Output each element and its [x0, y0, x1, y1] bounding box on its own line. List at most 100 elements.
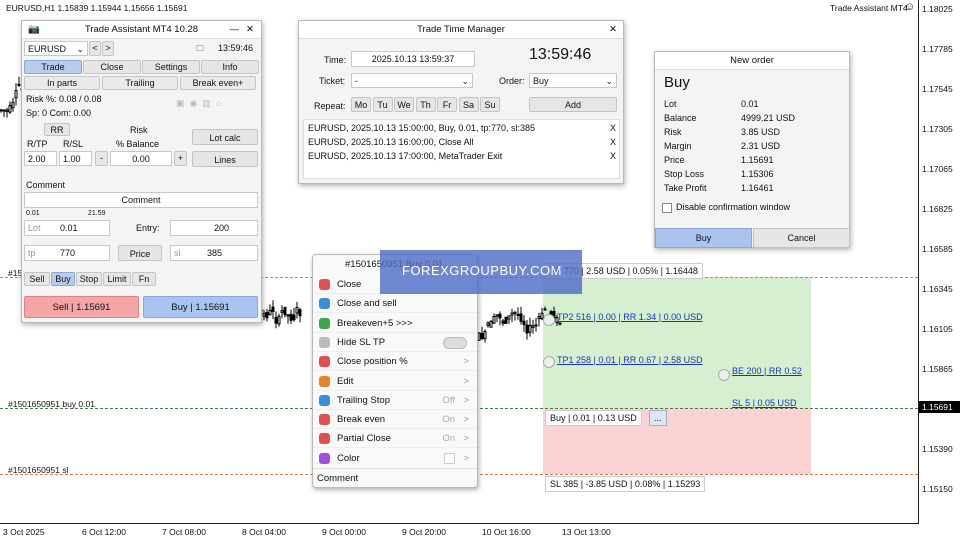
candle-body [280, 310, 284, 313]
order-tab-stop[interactable]: Stop [76, 272, 102, 286]
tab-settings[interactable]: Settings [142, 60, 200, 74]
folder-icon[interactable]: 🗀 [196, 43, 204, 57]
menu-item-close-position[interactable]: Close position % > [313, 352, 477, 372]
lot-input[interactable]: Lot 0.01 [24, 220, 110, 236]
tab-trade[interactable]: Trade [24, 60, 82, 74]
day-tu-button[interactable]: Tu [372, 97, 393, 112]
order-tab-sell[interactable]: Sell [24, 272, 50, 286]
order-tab-fn[interactable]: Fn [132, 272, 156, 286]
camera-icon[interactable]: 📷 [28, 21, 40, 39]
tp-input[interactable]: tp 770 [24, 245, 110, 261]
time-input[interactable]: 2025.10.13 13:59:37 [351, 51, 475, 67]
candle-body [277, 315, 281, 325]
price-button[interactable]: Price [118, 245, 162, 261]
day-fr-button[interactable]: Fr [437, 97, 457, 112]
order-select[interactable]: Buy ⌄ [529, 73, 617, 88]
menu-item-break-even[interactable]: Break even On > [313, 410, 477, 430]
tp1-handle[interactable] [543, 356, 555, 368]
candle-body [522, 320, 526, 326]
subtab-trailing[interactable]: Trailing [102, 76, 178, 90]
rsl-label: R/SL [63, 139, 84, 149]
candle-body [528, 324, 532, 333]
comment-input[interactable]: Comment [24, 192, 258, 208]
sl-input[interactable]: sl 385 [170, 245, 258, 261]
next-symbol-button[interactable]: > [102, 41, 114, 56]
order-tab-buy[interactable]: Buy [51, 272, 75, 286]
menu-item-edit[interactable]: Edit > [313, 372, 477, 391]
rsl-input[interactable]: 1.00 [59, 151, 92, 166]
menu-item-breakeven-5[interactable]: Breakeven+5 >>> [313, 314, 477, 333]
toolbar-icons[interactable]: ▣◉▥⌂ [176, 98, 226, 109]
more-button[interactable]: ... [649, 410, 667, 426]
buy-button[interactable]: Buy | 1.15691 [143, 296, 258, 318]
menu-item-hide-sl-tp[interactable]: Hide SL TP [313, 333, 477, 352]
subtab-break-even-[interactable]: Break even+ [180, 76, 256, 90]
entry-input[interactable]: 200 [170, 220, 258, 236]
lines-button[interactable]: Lines [192, 151, 258, 167]
assistant-title-bar[interactable]: 📷 Trade Assistant MT4 10.28 — ✕ [22, 21, 261, 39]
remove-task-button[interactable]: X [610, 137, 616, 147]
order-tab-limit[interactable]: Limit [103, 272, 131, 286]
menu-item-trailing-stop[interactable]: Trailing Stop Off > [313, 391, 477, 410]
tp2-handle[interactable] [543, 314, 555, 326]
tab-close[interactable]: Close [83, 60, 141, 74]
risk-input[interactable]: 0.00 [110, 151, 172, 166]
time-label: 6 Oct 12:00 [82, 527, 126, 537]
ttm-title-bar[interactable]: Trade Time Manager ✕ [299, 21, 623, 39]
lot-calc-button[interactable]: Lot calc [192, 129, 258, 145]
day-mo-button[interactable]: Mo [351, 97, 371, 112]
new-order-dialog: New order Buy Disable confirmation windo… [654, 51, 850, 248]
cancel-button[interactable]: Cancel [753, 228, 850, 248]
menu-item-label: Partial Close [337, 433, 391, 445]
candle-body [498, 313, 502, 319]
symbol-select[interactable]: EURUSD ⌄ [24, 41, 88, 56]
menu-item-label: Trailing Stop [337, 394, 390, 406]
rtp-input[interactable]: 2.00 [24, 151, 57, 166]
day-th-button[interactable]: Th [415, 97, 436, 112]
menu-comment[interactable]: Comment [317, 473, 358, 484]
sl5-tag[interactable]: SL 5 | 0.05 USD [728, 396, 801, 410]
add-task-button[interactable]: Add [529, 97, 617, 112]
tp2-tag[interactable]: TP2 516 | 0.00 | RR 1.34 | 0.00 USD [553, 310, 707, 324]
disable-confirm-label: Disable confirmation window [676, 202, 791, 212]
close-icon[interactable]: ✕ [246, 21, 254, 39]
be-tag[interactable]: BE 200 | RR 0.52 [728, 364, 806, 378]
hide-sltp-toggle[interactable] [443, 336, 467, 349]
sell-button[interactable]: Sell | 1.15691 [24, 296, 139, 318]
break-even-icon [319, 414, 330, 426]
task-row[interactable]: EURUSD, 2025.10.13 17:00:00, MetaTrader … [308, 151, 616, 165]
menu-item-label: Hide SL TP [337, 336, 386, 348]
close-and-sell-icon [319, 298, 330, 310]
color-swatch[interactable] [444, 452, 455, 464]
remove-task-button[interactable]: X [610, 123, 616, 133]
risk-minus-button[interactable]: - [95, 151, 108, 166]
rr-button[interactable]: RR [44, 123, 70, 136]
menu-item-value: Off [442, 394, 456, 406]
prev-symbol-button[interactable]: < [89, 41, 101, 56]
trade-time-manager-panel: Trade Time Manager ✕ Time: 2025.10.13 13:… [298, 20, 624, 184]
menu-item-partial-close[interactable]: Partial Close On > [313, 429, 477, 449]
remove-task-button[interactable]: X [610, 151, 616, 161]
new-order-title-bar[interactable]: New order [655, 52, 849, 70]
candle-body [283, 306, 287, 316]
close-icon[interactable]: ✕ [609, 21, 617, 39]
minimize-icon[interactable]: — [230, 21, 240, 39]
ttm-clock: 13:59:46 [529, 46, 592, 63]
ticket-select[interactable]: - ⌄ [351, 73, 473, 88]
menu-item-close-and-sell[interactable]: Close and sell [313, 294, 477, 314]
confirm-buy-button[interactable]: Buy [655, 228, 752, 248]
subtab-in-parts[interactable]: In parts [24, 76, 100, 90]
task-row[interactable]: EURUSD, 2025.10.13 15:00:00, Buy, 0.01, … [308, 123, 616, 137]
sl-tag[interactable]: SL 385 | -3.85 USD | 0.08% | 1.15293 [545, 476, 706, 492]
be-handle[interactable] [718, 369, 730, 381]
risk-plus-button[interactable]: + [174, 151, 187, 166]
task-row[interactable]: EURUSD, 2025.10.13 16:00:00, Close All X [308, 137, 616, 151]
day-we-button[interactable]: We [394, 97, 414, 112]
buy-tag[interactable]: Buy | 0.01 | 0.13 USD [545, 410, 642, 426]
day-su-button[interactable]: Su [480, 97, 500, 112]
menu-item-color[interactable]: Color > [313, 449, 477, 468]
day-sa-button[interactable]: Sa [458, 97, 479, 112]
tab-info[interactable]: Info [201, 60, 259, 74]
tp1-tag[interactable]: TP1 258 | 0.01 | RR 0.67 | 2.58 USD [553, 353, 707, 367]
disable-confirm-checkbox[interactable] [662, 203, 672, 213]
